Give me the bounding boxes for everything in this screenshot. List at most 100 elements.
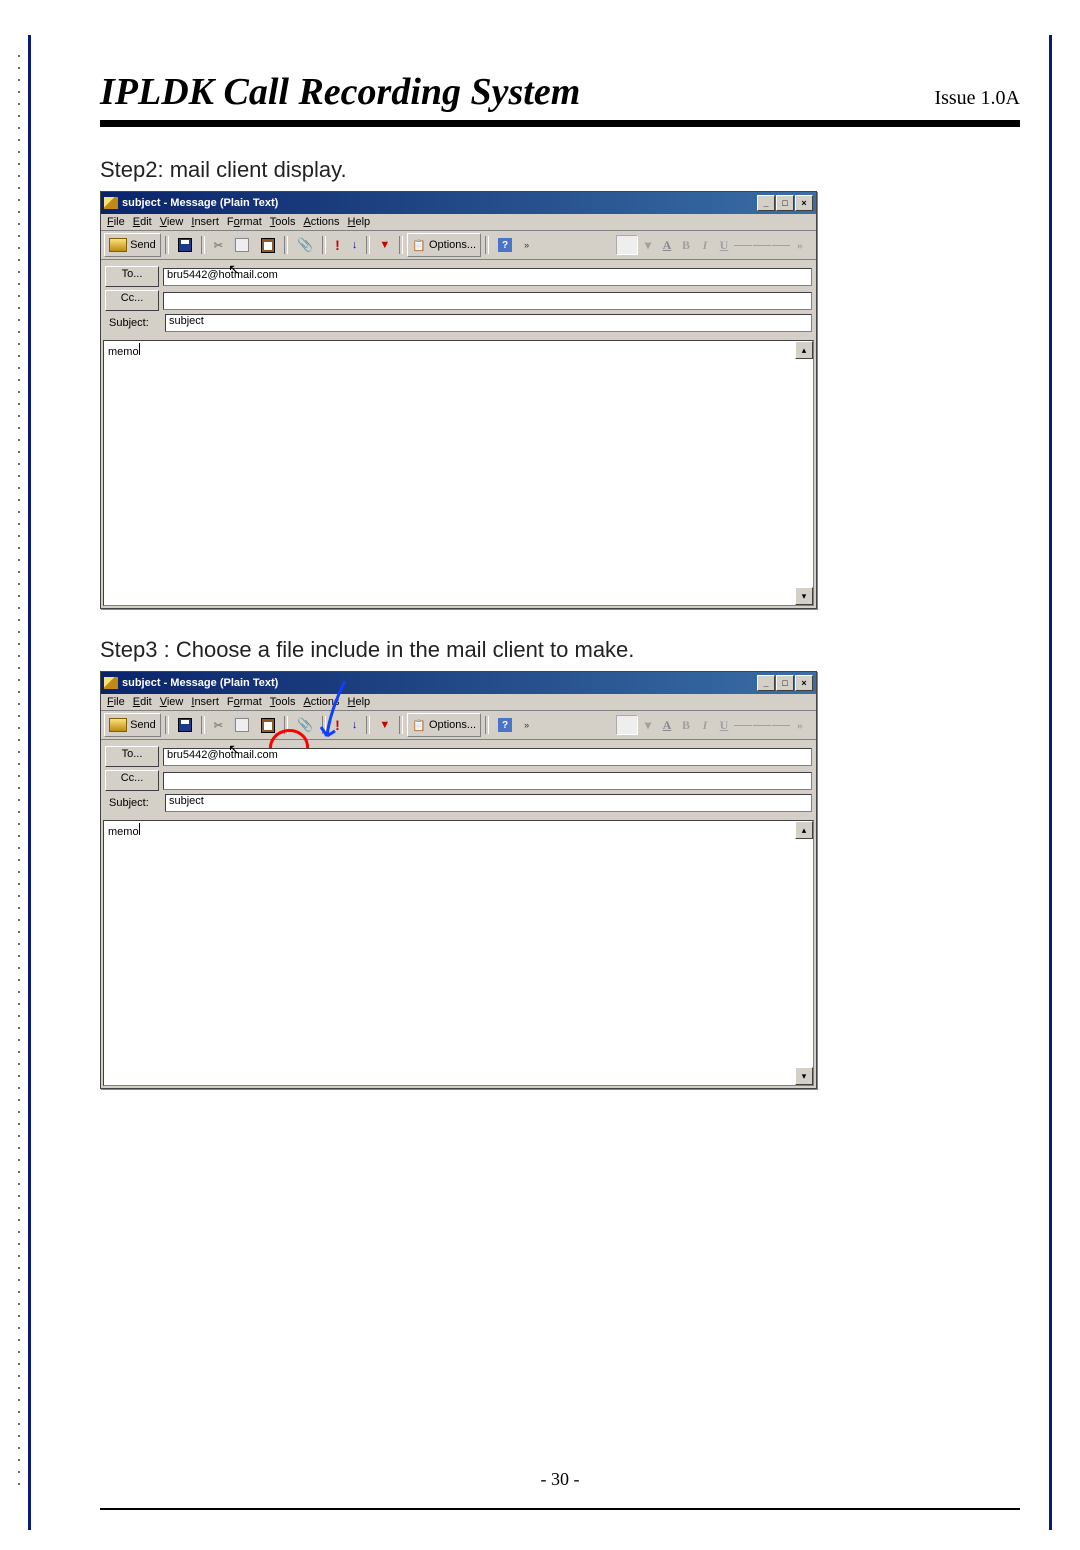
send-button[interactable]: Send [104, 233, 161, 257]
font-name-select[interactable] [616, 235, 638, 255]
menu-file[interactable]: File [107, 216, 125, 228]
help-button[interactable]: ? [493, 233, 517, 257]
window-title: subject - Message (Plain Text) [122, 677, 278, 689]
mouse-cursor-icon: ↖ [228, 741, 240, 758]
paperclip-icon: 📎 [297, 237, 313, 253]
menu-actions[interactable]: Actions [303, 216, 339, 228]
bullets-button[interactable] [772, 716, 790, 734]
bold-button[interactable]: B [677, 236, 695, 254]
align-center-button[interactable] [753, 236, 771, 254]
cc-button[interactable]: Cc... [105, 290, 159, 311]
document-issue: Issue 1.0A [934, 87, 1020, 110]
cut-button[interactable]: ✂ [209, 713, 228, 737]
close-button[interactable]: × [795, 675, 813, 691]
help-icon: ? [498, 718, 512, 732]
options-button[interactable]: 📋 Options... [407, 713, 481, 737]
menu-view[interactable]: View [160, 696, 184, 708]
paste-icon [261, 238, 275, 253]
close-button[interactable]: × [795, 195, 813, 211]
subject-field[interactable]: subject [165, 794, 812, 812]
document-page: IPLDK Call Recording System Issue 1.0A S… [0, 0, 1080, 1550]
menu-format[interactable]: Format [227, 696, 262, 708]
paste-button[interactable] [256, 233, 280, 257]
menu-file[interactable]: File [107, 696, 125, 708]
menu-edit[interactable]: Edit [133, 216, 152, 228]
maximize-button[interactable]: □ [776, 675, 794, 691]
importance-high-button[interactable]: ! [330, 233, 345, 257]
send-icon [109, 718, 127, 732]
font-size-select[interactable]: ▾ [639, 716, 657, 734]
copy-button[interactable] [230, 713, 254, 737]
menu-view[interactable]: View [160, 216, 184, 228]
message-body[interactable]: memo ▴ ▾ [103, 820, 814, 1086]
align-left-button[interactable] [734, 716, 752, 734]
importance-low-button[interactable]: ↓ [347, 233, 363, 257]
scroll-up-button[interactable]: ▴ [795, 341, 813, 359]
menu-tools[interactable]: Tools [270, 696, 296, 708]
exclamation-icon: ! [335, 237, 340, 253]
bullets-button[interactable] [772, 236, 790, 254]
italic-button[interactable]: I [696, 236, 714, 254]
bold-button[interactable]: B [677, 716, 695, 734]
message-body[interactable]: memo ▴ ▾ [103, 340, 814, 606]
subject-field[interactable]: subject [165, 314, 812, 332]
menu-format[interactable]: Format [227, 216, 262, 228]
copy-button[interactable] [230, 233, 254, 257]
align-left-button[interactable] [734, 236, 752, 254]
cut-icon: ✂ [214, 239, 223, 252]
menu-insert[interactable]: Insert [191, 216, 219, 228]
window-title: subject - Message (Plain Text) [122, 197, 278, 209]
scroll-up-button[interactable]: ▴ [795, 821, 813, 839]
save-button[interactable] [173, 233, 197, 257]
font-size-select[interactable]: ▾ [639, 236, 657, 254]
window-titlebar: subject - Message (Plain Text) _ □ × [101, 672, 816, 694]
maximize-button[interactable]: □ [776, 195, 794, 211]
chevron-down-icon: » [524, 720, 529, 730]
mail-compose-window-2: subject - Message (Plain Text) _ □ × Fil… [100, 671, 817, 1089]
cut-button[interactable]: ✂ [209, 233, 228, 257]
toolbar: Send ✂ 📎 ! ↓ ▼ 📋 Options... ? » [101, 231, 816, 260]
toolbar-overflow[interactable]: » [519, 233, 534, 257]
cc-field[interactable] [163, 292, 812, 310]
toolbar-overflow[interactable]: » [519, 713, 534, 737]
flag-button[interactable]: ▼ [374, 233, 395, 257]
minimize-button[interactable]: _ [757, 675, 775, 691]
step3-caption: Step3 : Choose a file include in the mai… [100, 637, 1020, 663]
scroll-down-button[interactable]: ▾ [795, 587, 813, 605]
help-button[interactable]: ? [493, 713, 517, 737]
attach-button[interactable]: 📎 [292, 233, 318, 257]
menu-insert[interactable]: Insert [191, 696, 219, 708]
font-color-button[interactable]: A [658, 716, 676, 734]
flag-icon: ▼ [379, 239, 390, 251]
address-fields: To... bru5442@hotmail.com↖ Cc... Subject… [101, 740, 816, 818]
cc-field[interactable] [163, 772, 812, 790]
subject-label: Subject: [105, 797, 161, 809]
menu-help[interactable]: Help [348, 216, 371, 228]
font-name-select[interactable] [616, 715, 638, 735]
underline-button[interactable]: U [715, 236, 733, 254]
italic-button[interactable]: I [696, 716, 714, 734]
minimize-button[interactable]: _ [757, 195, 775, 211]
format-overflow[interactable]: » [791, 236, 809, 254]
to-button[interactable]: To... [105, 266, 159, 287]
font-color-button[interactable]: A [658, 236, 676, 254]
format-overflow[interactable]: » [791, 716, 809, 734]
menu-edit[interactable]: Edit [133, 696, 152, 708]
to-field[interactable]: bru5442@hotmail.com↖ [163, 268, 812, 286]
flag-button[interactable]: ▼ [374, 713, 395, 737]
down-arrow-icon: ↓ [352, 239, 358, 251]
mail-app-icon [104, 677, 118, 689]
send-button[interactable]: Send [104, 713, 161, 737]
scroll-down-button[interactable]: ▾ [795, 1067, 813, 1085]
menu-tools[interactable]: Tools [270, 216, 296, 228]
to-field[interactable]: bru5442@hotmail.com↖ [163, 748, 812, 766]
save-button[interactable] [173, 713, 197, 737]
chevron-down-icon: » [524, 240, 529, 250]
underline-button[interactable]: U [715, 716, 733, 734]
options-button[interactable]: 📋 Options... [407, 233, 481, 257]
align-center-button[interactable] [753, 716, 771, 734]
cc-button[interactable]: Cc... [105, 770, 159, 791]
copy-icon [235, 238, 249, 252]
to-button[interactable]: To... [105, 746, 159, 767]
left-dotted-edge [18, 45, 26, 1530]
